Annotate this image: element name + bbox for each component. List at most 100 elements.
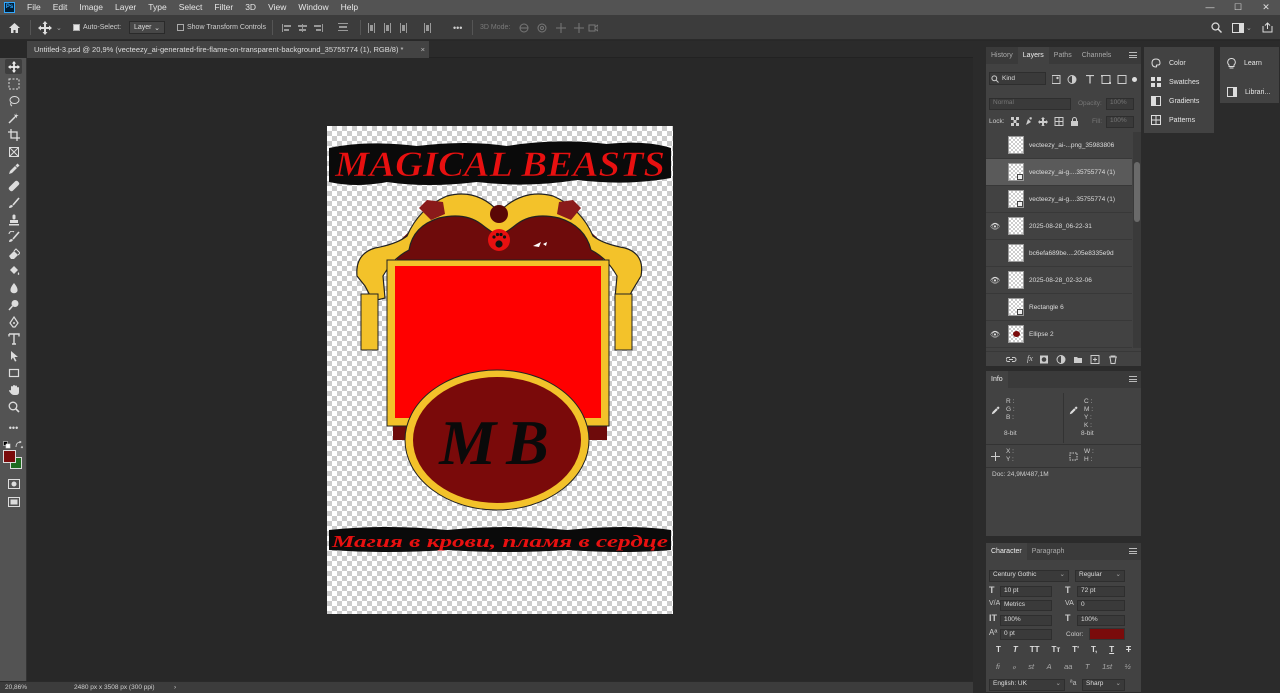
brush-tool[interactable] [5, 195, 22, 210]
menu-view[interactable]: View [262, 0, 292, 15]
layer-row[interactable]: vecteezy_ai-...png_35983806 [986, 132, 1132, 159]
contextual-alternates-button[interactable]: ℴ [1012, 662, 1015, 671]
panel-menu-icon[interactable] [1129, 548, 1137, 554]
color-panel-button[interactable]: Color [1151, 58, 1186, 68]
menu-select[interactable]: Select [173, 0, 209, 15]
faux-italic-button[interactable]: T [1013, 645, 1018, 654]
share-button[interactable] [1262, 15, 1273, 40]
scrollbar-thumb[interactable] [1134, 162, 1140, 222]
underline-button[interactable]: T [1109, 645, 1114, 654]
vertical-scale-field[interactable]: 100% [1000, 615, 1052, 626]
font-family-dropdown[interactable]: Century Gothic ⌄ [989, 570, 1069, 582]
align-icons[interactable] [282, 22, 354, 34]
layer-row[interactable]: 👁 Ellipse 2 [986, 321, 1132, 348]
ordinals-button[interactable]: 1st [1102, 662, 1112, 671]
panel-menu-icon[interactable] [1129, 52, 1137, 58]
stylistic-alternates-button[interactable]: aa [1064, 662, 1072, 671]
ligatures-button[interactable]: fi [996, 662, 1000, 671]
auto-select-dropdown[interactable]: Layer ⌄ [129, 21, 165, 34]
crop-tool[interactable] [5, 127, 22, 142]
filter-toggle-icon[interactable] [1132, 77, 1137, 82]
home-button[interactable] [8, 15, 21, 40]
zoom-tool[interactable] [5, 399, 22, 414]
tracking-field[interactable]: 0 [1077, 600, 1125, 611]
leading-field[interactable]: 72 pt [1077, 586, 1125, 597]
tab-info[interactable]: Info [986, 371, 1008, 388]
hand-tool[interactable] [5, 382, 22, 397]
frame-tool[interactable] [5, 144, 22, 159]
tab-history[interactable]: History [986, 47, 1018, 64]
menu-layer[interactable]: Layer [109, 0, 142, 15]
lock-icons[interactable] [1011, 117, 1081, 126]
menu-3d[interactable]: 3D [239, 0, 262, 15]
kerning-field[interactable]: Metrics [1000, 600, 1052, 611]
marquee-tool[interactable] [5, 76, 22, 91]
faux-bold-button[interactable]: T [996, 645, 1001, 654]
layer-row[interactable]: vecteezy_ai-g....35755774 (1) [986, 186, 1132, 213]
tab-layers[interactable]: Layers [1017, 47, 1049, 64]
edit-toolbar-button[interactable]: ••• [5, 420, 22, 435]
document-canvas[interactable]: MB MAGICAL BEASTS Магия в крови, пламя в… [327, 126, 673, 614]
menu-help[interactable]: Help [335, 0, 364, 15]
workspace-button[interactable]: ⌄ [1232, 15, 1252, 40]
gradients-panel-button[interactable]: Gradients [1151, 96, 1199, 106]
type-tool[interactable] [5, 331, 22, 346]
blur-tool[interactable] [5, 280, 22, 295]
tab-channels[interactable]: Channels [1077, 47, 1117, 64]
panel-menu-icon[interactable] [1129, 376, 1137, 382]
horizontal-scale-field[interactable]: 100% [1077, 615, 1125, 626]
layer-filter-icons[interactable] [1052, 75, 1128, 84]
text-color-swatch[interactable] [1089, 628, 1125, 640]
tab-character[interactable]: Character [986, 543, 1027, 560]
more-options-button[interactable]: ••• [453, 15, 462, 40]
screen-mode-button[interactable] [5, 494, 22, 509]
layer-row-selected[interactable]: vecteezy_ai-g....35755774 (1) [986, 159, 1132, 186]
canvas-area[interactable]: MB MAGICAL BEASTS Магия в крови, пламя в… [27, 58, 973, 681]
titling-alternates-button[interactable]: T [1085, 662, 1090, 671]
minimize-button[interactable]: — [1196, 0, 1224, 15]
baseline-shift-field[interactable]: 0 pt [1000, 629, 1052, 640]
search-button[interactable] [1211, 15, 1222, 40]
menu-edit[interactable]: Edit [47, 0, 74, 15]
menu-image[interactable]: Image [73, 0, 109, 15]
strikethrough-button[interactable]: T [1126, 645, 1131, 654]
pen-tool[interactable] [5, 314, 22, 329]
learn-panel-button[interactable]: Learn [1227, 58, 1262, 69]
auto-select-checkbox[interactable]: Auto-Select: [73, 15, 121, 40]
zoom-level[interactable]: 20,86% [5, 684, 27, 691]
opacity-field[interactable]: 100% [1106, 98, 1134, 110]
layer-row[interactable]: bc6efa689be....205e8335e9d [986, 240, 1132, 267]
document-tab[interactable]: Untitled-3.psd @ 20,9% (vecteezy_ai-gene… [27, 41, 429, 58]
close-window-button[interactable]: ✕ [1252, 0, 1280, 15]
stamp-tool[interactable] [5, 212, 22, 227]
tab-paragraph[interactable]: Paragraph [1027, 543, 1070, 560]
status-menu-arrow[interactable]: › [174, 684, 176, 691]
default-colors-icon[interactable] [3, 441, 11, 449]
rectangle-tool[interactable] [5, 365, 22, 380]
font-size-field[interactable]: 10 pt [1000, 586, 1052, 597]
blend-mode-dropdown[interactable]: Normal [989, 98, 1071, 110]
eye-icon[interactable]: 👁 [986, 222, 1004, 231]
menu-type[interactable]: Type [142, 0, 172, 15]
distribute-icons[interactable] [368, 22, 440, 34]
foreground-color-swatch[interactable] [3, 450, 16, 463]
maximize-button[interactable]: ☐ [1224, 0, 1252, 15]
layer-row[interactable]: Rectangle 6 [986, 294, 1132, 321]
libraries-panel-button[interactable]: Librari... [1227, 87, 1270, 97]
menu-filter[interactable]: Filter [208, 0, 239, 15]
magic-wand-tool[interactable] [5, 110, 22, 125]
path-selection-tool[interactable] [5, 348, 22, 363]
move-tool[interactable] [5, 59, 22, 74]
font-style-dropdown[interactable]: Regular ⌄ [1075, 570, 1125, 582]
swap-colors-icon[interactable] [15, 441, 23, 449]
small-caps-button[interactable]: Tт [1051, 645, 1060, 654]
antialias-dropdown[interactable]: Sharp ⌄ [1082, 679, 1125, 691]
subscript-button[interactable]: T, [1091, 645, 1097, 654]
lasso-tool[interactable] [5, 93, 22, 108]
eraser-tool[interactable] [5, 246, 22, 261]
language-dropdown[interactable]: English: UK ⌄ [989, 679, 1065, 691]
menu-file[interactable]: File [21, 0, 47, 15]
paint-bucket-tool[interactable] [5, 263, 22, 278]
fill-field[interactable]: 100% [1106, 116, 1134, 128]
swatches-panel-button[interactable]: Swatches [1151, 77, 1199, 87]
